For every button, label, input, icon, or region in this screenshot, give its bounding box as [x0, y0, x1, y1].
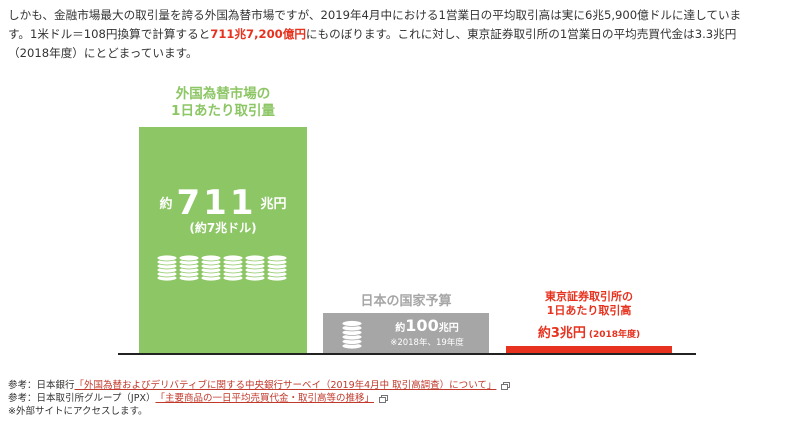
tse-value-note: (2018年度): [588, 330, 641, 340]
external-link-icon[interactable]: [501, 381, 511, 390]
fx-bar: [139, 127, 307, 353]
tse-label-line-2: 1日あたり取引高: [546, 304, 632, 317]
reference-1-prefix: 参考：日本銀行: [8, 380, 75, 391]
external-link-icon[interactable]: [379, 394, 388, 403]
reference-2-prefix: 参考：日本取引所グループ（JPX）: [8, 393, 156, 404]
tse-value-label: 約3兆円 (2018年度): [506, 322, 672, 341]
fx-bar-label: 外国為替市場の 1日あたり取引量: [139, 86, 307, 120]
coin-stack-icon: [341, 320, 363, 350]
comparison-chart: 外国為替市場の 1日あたり取引量 約 711 兆円 (約7兆ドル) 日本の国家予算: [0, 0, 800, 429]
budget-value-note: ※2018年、19年度: [390, 338, 464, 348]
fx-value-unit: 兆円: [260, 197, 287, 212]
fx-value-sub: (約7兆ドル): [189, 221, 257, 235]
coin-stacks-icon: [156, 254, 288, 282]
budget-value-prefix: 約: [395, 323, 406, 334]
fx-label-line-2: 1日あたり取引量: [171, 103, 275, 119]
tse-value-text: 約3兆円: [537, 326, 586, 341]
fx-value-number: 711: [176, 183, 257, 223]
budget-value-unit: 兆円: [438, 323, 459, 334]
tse-bar: [506, 346, 672, 353]
tse-bar-label: 東京証券取引所の 1日あたり取引高: [506, 290, 672, 318]
tse-label-line-1: 東京証券取引所の: [545, 290, 633, 303]
fx-value-label: 約 711 兆円: [139, 183, 307, 223]
fx-label-line-1: 外国為替市場の: [175, 86, 271, 102]
reference-2-link[interactable]: 「主要商品の一日平均売買代金・取引高等の推移」: [155, 392, 374, 405]
budget-bar-label: 日本の国家予算: [360, 294, 452, 309]
reference-1-link[interactable]: 「外国為替およびデリバティブに関する中央銀行サーベイ（2019年4月中 取引高調…: [75, 379, 497, 392]
external-site-note: ※外部サイトにアクセスします。: [8, 406, 148, 417]
reference-1: 参考：日本銀行 「外国為替およびデリバティブに関する中央銀行サーベイ（2019年…: [8, 379, 794, 392]
reference-2: 参考：日本取引所グループ（JPX） 「主要商品の一日平均売買代金・取引高等の推移…: [8, 392, 794, 405]
chart-baseline: [118, 353, 696, 355]
references: 参考：日本銀行 「外国為替およびデリバティブに関する中央銀行サーベイ（2019年…: [8, 379, 794, 418]
fx-value-prefix: 約: [159, 197, 173, 212]
budget-value-number: 100: [405, 316, 439, 335]
budget-value-label: 約100兆円: [372, 316, 482, 335]
